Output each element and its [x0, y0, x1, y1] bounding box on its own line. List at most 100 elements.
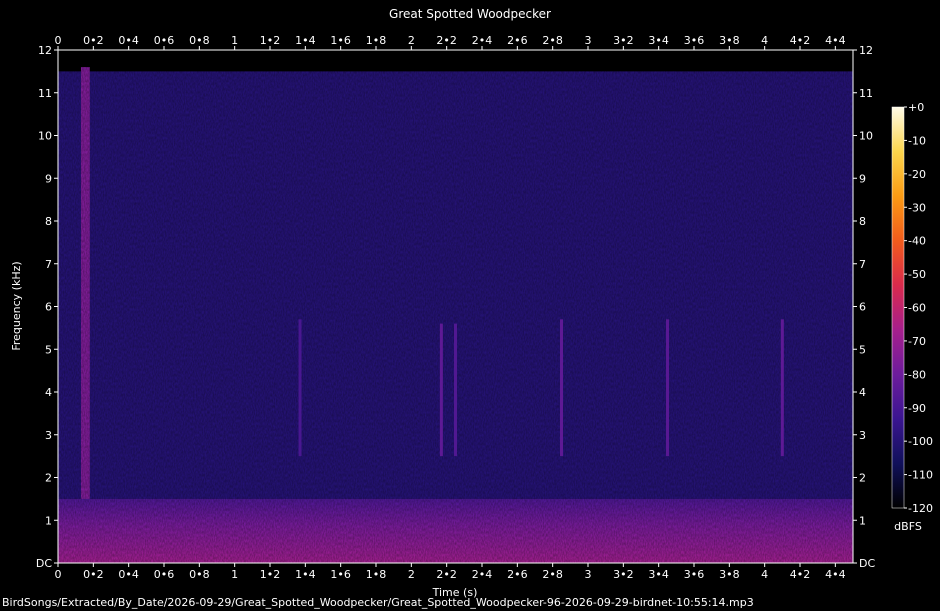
- x-tick-label-top-1: 0•2: [83, 34, 104, 47]
- y-tick-label-right-9: 9: [859, 172, 866, 185]
- call-event-5: [780, 319, 784, 457]
- x-tick-label-bottom-18: 3•6: [684, 568, 705, 581]
- y-tick-label-right-8: 8: [859, 215, 866, 228]
- colorbar-tick-label-10: -100: [908, 435, 933, 448]
- colorbar-tick-label-1: -10: [908, 134, 926, 147]
- x-tick-label-bottom-15: 3: [585, 568, 592, 581]
- x-tick-label-bottom-1: 0•2: [83, 568, 104, 581]
- chart-title: Great Spotted Woodpecker: [389, 7, 551, 21]
- x-tick-label-top-12: 2•4: [472, 34, 493, 47]
- x-tick-label-top-19: 3•8: [719, 34, 740, 47]
- colorbar-tick-label-5: -50: [908, 268, 926, 281]
- x-tick-label-top-18: 3•6: [684, 34, 705, 47]
- call-event-4: [666, 319, 669, 457]
- x-tick-label-top-2: 0•4: [118, 34, 139, 47]
- colorbar-tick-label-2: -20: [908, 168, 926, 181]
- x-tick-label-bottom-3: 0•6: [154, 568, 175, 581]
- x-tick-label-bottom-22: 4•4: [825, 568, 846, 581]
- noise-overlay: [58, 50, 853, 563]
- x-tick-label-top-4: 0•8: [189, 34, 210, 47]
- noise-texture: [58, 50, 853, 563]
- colorbar: +0 -10 -20 -30 -40 -50 -60 -70 -80 -90 -100 -110 -12…: [891, 101, 933, 533]
- colorbar-tick-label-3: -30: [908, 201, 926, 214]
- x-tick-label-bottom-8: 1•6: [330, 568, 351, 581]
- colorbar-tick-label-12: -120: [908, 502, 933, 515]
- x-tick-label-top-9: 1•8: [366, 34, 387, 47]
- y-tick-label-right-5: 5: [859, 343, 866, 356]
- y-tick-label-left-11: 11: [38, 87, 52, 100]
- x-tick-label-top-14: 2•8: [542, 34, 563, 47]
- x-tick-label-bottom-17: 3•4: [648, 568, 669, 581]
- y-tick-label-left-3: 3: [45, 429, 52, 442]
- colorbar-tick-label-8: -80: [908, 368, 926, 381]
- x-tick-label-bottom-10: 2: [408, 568, 415, 581]
- colorbar-tick-label-4: -40: [908, 235, 926, 248]
- x-tick-label-top-21: 4•2: [790, 34, 811, 47]
- x-tick-label-bottom-7: 1•4: [295, 568, 316, 581]
- x-tick-label-top-16: 3•2: [613, 34, 634, 47]
- file-path-footer: BirdSongs/Extracted/By_Date/2026-09-29/G…: [2, 596, 754, 609]
- x-tick-label-bottom-16: 3•2: [613, 568, 634, 581]
- x-tick-label-bottom-12: 2•4: [472, 568, 493, 581]
- x-tick-label-top-13: 2•6: [507, 34, 528, 47]
- y-tick-label-right-7: 7: [859, 258, 866, 271]
- spectrogram-figure: Great Spotted Woodpecker 0 0•2 0•4 0•6 0•8 1 1…: [2, 7, 933, 609]
- call-event-2: [454, 323, 457, 457]
- x-tick-label-bottom-14: 2•8: [542, 568, 563, 581]
- x-axis-bottom: 0 0•2 0•4 0•6 0•8 1 1•2 1•4 1•6 1•8 2 2•2 2•4 2•6 2•8 3…: [55, 563, 846, 581]
- y-axis-left: DC123456789101112: [36, 44, 58, 570]
- call-event-3: [560, 319, 563, 457]
- x-tick-label-bottom-2: 0•4: [118, 568, 139, 581]
- x-tick-label-bottom-11: 2•2: [436, 568, 457, 581]
- x-tick-label-bottom-9: 1•8: [366, 568, 387, 581]
- call-event-0: [298, 319, 302, 457]
- x-tick-label-bottom-19: 3•8: [719, 568, 740, 581]
- x-tick-label-top-8: 1•6: [330, 34, 351, 47]
- x-tick-label-bottom-13: 2•6: [507, 568, 528, 581]
- x-tick-label-top-22: 4•4: [825, 34, 846, 47]
- colorbar-tick-label-7: -70: [908, 335, 926, 348]
- y-tick-label-left-10: 10: [38, 130, 52, 143]
- x-tick-label-top-15: 3: [585, 34, 592, 47]
- call-event-1: [439, 323, 443, 457]
- x-tick-label-top-3: 0•6: [154, 34, 175, 47]
- y-tick-label-right-0: DC: [859, 557, 875, 570]
- x-tick-label-top-6: 1•2: [260, 34, 281, 47]
- colorbar-tick-label-0: +0: [908, 101, 924, 114]
- x-tick-label-bottom-4: 0•8: [189, 568, 210, 581]
- x-tick-label-bottom-0: 0: [55, 568, 62, 581]
- x-tick-label-top-20: 4: [761, 34, 768, 47]
- y-tick-label-left-9: 9: [45, 172, 52, 185]
- y-axis-label: Frequency (kHz): [10, 261, 23, 350]
- y-tick-label-left-7: 7: [45, 258, 52, 271]
- y-tick-label-left-2: 2: [45, 472, 52, 485]
- colorbar-label: dBFS: [894, 520, 922, 533]
- y-tick-label-right-12: 12: [859, 44, 873, 57]
- x-tick-label-top-17: 3•4: [648, 34, 669, 47]
- x-tick-label-top-10: 2: [408, 34, 415, 47]
- x-tick-label-top-5: 1: [231, 34, 238, 47]
- colorbar-tick-label-6: -60: [908, 302, 926, 315]
- y-tick-label-right-1: 1: [859, 514, 866, 527]
- colorbar-tick-label-11: -110: [908, 469, 933, 482]
- colorbar-tick-label-9: -90: [908, 402, 926, 415]
- x-tick-label-bottom-5: 1: [231, 568, 238, 581]
- x-tick-label-bottom-6: 1•2: [260, 568, 281, 581]
- y-tick-label-right-2: 2: [859, 472, 866, 485]
- y-tick-label-left-0: DC: [36, 557, 52, 570]
- y-tick-label-left-6: 6: [45, 301, 52, 314]
- y-tick-label-right-10: 10: [859, 130, 873, 143]
- x-tick-label-bottom-20: 4: [761, 568, 768, 581]
- y-tick-label-right-3: 3: [859, 429, 866, 442]
- colorbar-strip: [891, 106, 905, 509]
- y-tick-label-right-4: 4: [859, 386, 866, 399]
- x-tick-label-top-11: 2•2: [436, 34, 457, 47]
- y-tick-label-left-4: 4: [45, 386, 52, 399]
- y-tick-label-right-6: 6: [859, 301, 866, 314]
- x-axis-top: 0 0•2 0•4 0•6 0•8 1 1•2 1•4 1•6 1•8 2 2•2 2•4 2•6 2•8 3…: [55, 34, 846, 50]
- colorbar-ticks: +0 -10 -20 -30 -40 -50 -60 -70 -80 -90 -100 -110 -12…: [904, 101, 933, 515]
- y-tick-label-left-8: 8: [45, 215, 52, 228]
- x-tick-label-top-0: 0: [55, 34, 62, 47]
- x-tick-label-top-7: 1•4: [295, 34, 316, 47]
- y-axis-right: DC123456789101112: [853, 44, 875, 570]
